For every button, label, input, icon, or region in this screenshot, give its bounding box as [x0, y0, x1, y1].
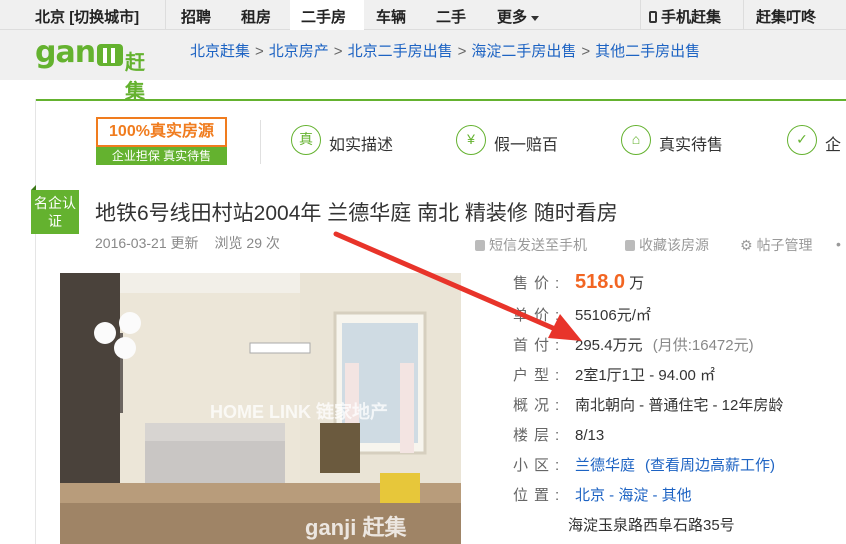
ganji-watermark: ganji 赶集: [305, 515, 407, 540]
logo-ji-mark-icon: [97, 44, 123, 66]
update-date: 2016-03-21 更新: [95, 235, 199, 251]
nav-divider: [743, 0, 744, 30]
detail-location: 位置: 北京 - 海淀 - 其他: [513, 487, 692, 504]
feature-divider: [260, 120, 261, 164]
listing-meta: 2016-03-21 更新 浏览 29 次: [95, 233, 280, 253]
city-name[interactable]: 北京 [切换城市]: [35, 6, 139, 27]
breadcrumb-separator: >: [457, 43, 467, 60]
nav-item-rent[interactable]: 租房: [241, 6, 271, 27]
detail-down-payment: 首付: 295.4万元 (月供:16472元): [513, 337, 754, 354]
shield-check-icon: ✓: [787, 125, 817, 155]
house-icon: ⌂: [621, 125, 651, 155]
price-value: 518.0: [575, 271, 626, 293]
real-listing-badge: 100%真实房源 企业担保 真实待售: [96, 117, 227, 165]
switch-city-link[interactable]: [切换城市]: [69, 9, 139, 26]
breadcrumb: 北京赶集 > 北京房产 > 北京二手房出售 > 海淀二手房出售 > 其他二手房出售: [190, 40, 700, 61]
yuan-icon: ¥: [456, 125, 486, 155]
breadcrumb-separator: >: [255, 43, 264, 60]
view-count: 浏览 29 次: [214, 235, 280, 251]
location-link[interactable]: 北京 - 海淀 - 其他: [575, 487, 692, 504]
content-top-border: [35, 99, 846, 101]
detail-address: 海淀玉泉路西阜石路35号: [568, 517, 735, 534]
nav-item-secondhand[interactable]: 二手: [436, 6, 466, 27]
breadcrumb-beijing-secondhand-sale[interactable]: 北京二手房出售: [348, 43, 453, 60]
top-nav: 北京 [切换城市] 招聘 租房 二手房 车辆 二手 更多 手机赶集 赶集叮咚: [0, 0, 846, 30]
nearby-jobs-link[interactable]: (查看周边高薪工作): [645, 457, 775, 474]
breadcrumb-haidian-secondhand-sale[interactable]: 海淀二手房出售: [471, 43, 576, 60]
enterprise-certified-badge: 名企认证: [31, 185, 79, 234]
detail-price: 售价: 518.0 万: [513, 271, 645, 293]
more-icon[interactable]: •: [836, 236, 841, 252]
nav-item-vehicles[interactable]: 车辆: [376, 6, 406, 27]
content-left-border: [35, 99, 36, 544]
favorite-button[interactable]: 收藏该房源: [625, 235, 709, 255]
phone-icon: [649, 11, 657, 23]
breadcrumb-other-secondhand-sale[interactable]: 其他二手房出售: [595, 43, 700, 60]
homelink-watermark: HOME LINK 链家地产: [210, 401, 388, 422]
nav-divider: [640, 0, 641, 30]
listing-photo[interactable]: HOME LINK 链家地产 ganji 赶集: [60, 273, 461, 544]
breadcrumb-beijing-ganji[interactable]: 北京赶集: [190, 43, 250, 60]
living-room-image: HOME LINK 链家地产 ganji 赶集: [60, 273, 461, 544]
listing-title: 地铁6号线田村站2004年 兰德华庭 南北 精装修 随时看房: [95, 202, 618, 225]
detail-unit-price: 单价: 55106元/㎡: [513, 307, 651, 324]
sms-send-button[interactable]: 短信发送至手机: [475, 235, 587, 255]
folder-icon: [625, 240, 635, 251]
nav-item-jobs[interactable]: 招聘: [181, 6, 211, 27]
detail-community: 小区: 兰德华庭 (查看周边高薪工作): [513, 457, 776, 474]
mobile-ganji-link[interactable]: 手机赶集: [649, 6, 721, 27]
breadcrumb-beijing-property[interactable]: 北京房产: [269, 43, 329, 60]
nav-item-secondhand-house[interactable]: 二手房: [301, 6, 346, 27]
ganji-dingdong-link[interactable]: 赶集叮咚: [756, 6, 816, 27]
detail-layout: 户型: 2室1厅1卫 - 94.00 ㎡: [513, 367, 716, 384]
nav-divider: [165, 0, 166, 30]
site-header: gan 赶集 北京赶集 > 北京房产 > 北京二手房出售 > 海淀二手房出售 > 其他二手房出售: [0, 30, 846, 103]
breadcrumb-separator: >: [581, 43, 591, 60]
verified-icon: 真: [291, 125, 321, 155]
detail-overview: 概况: 南北朝向 - 普通住宅 - 12年房龄: [513, 397, 784, 414]
post-manage-button[interactable]: ⚙ 帖子管理: [740, 235, 813, 255]
chevron-down-icon: [531, 15, 540, 21]
community-link[interactable]: 兰德华庭: [575, 457, 635, 474]
phone-icon: [475, 240, 485, 251]
gear-icon: ⚙: [740, 237, 753, 253]
nav-item-more[interactable]: 更多: [497, 6, 540, 27]
breadcrumb-separator: >: [333, 43, 343, 60]
detail-floor: 楼层: 8/13: [513, 427, 605, 444]
